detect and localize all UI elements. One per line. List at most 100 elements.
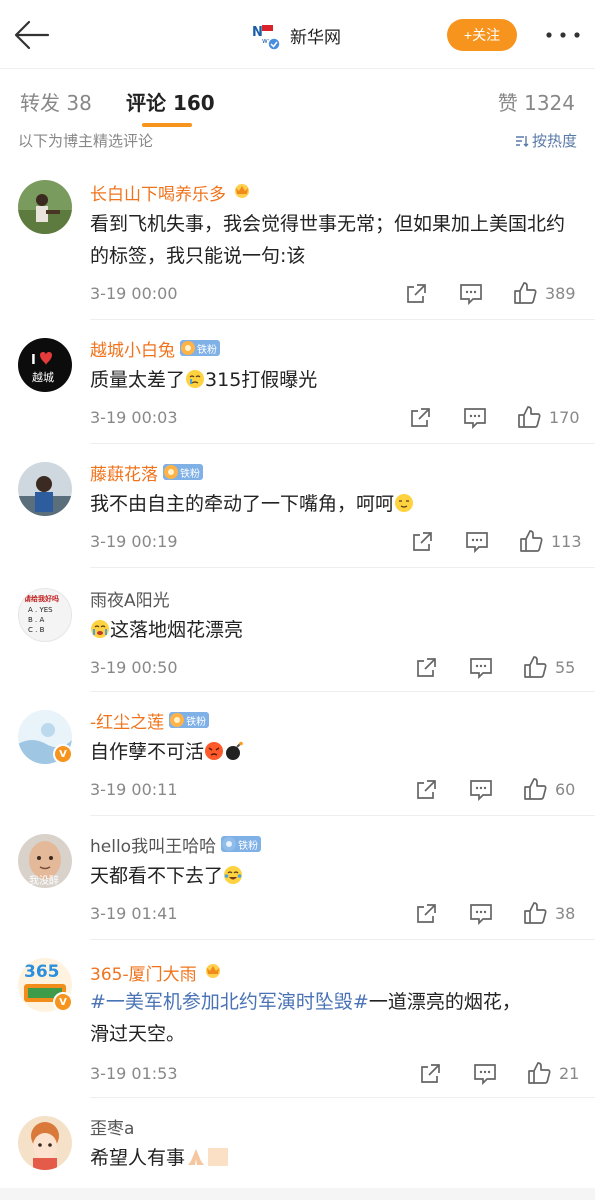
share-button[interactable] (415, 902, 437, 926)
fan-badge: 铁粉 (169, 712, 210, 728)
fan-badge-icon (222, 837, 237, 851)
comment-text: 我不由自主的牵动了一下嘴角，呵呵 (90, 488, 580, 523)
username[interactable]: -红尘之莲 (90, 708, 164, 733)
comment-icon (470, 658, 492, 679)
fan-badge: 铁粉 (221, 836, 262, 852)
thumbs-up-icon (514, 282, 537, 304)
comment-item: 歪枣a 希望人有事 (0, 1098, 595, 1188)
username[interactable]: hello我叫王哈哈 (90, 832, 216, 857)
like-count: 113 (551, 531, 582, 551)
avatar[interactable] (18, 462, 72, 516)
comment-item: 长白山下喝养乐多 看到飞机失事，我会觉得世事无常；但如果加上美国北约的标签，我只… (0, 166, 595, 320)
thumbs-up-icon (524, 656, 547, 678)
avatar[interactable] (18, 1116, 72, 1170)
crying-emoji-icon (185, 367, 205, 399)
thumbs-up-icon (528, 1062, 551, 1084)
comment-text: 天都看不下去了 (90, 860, 580, 895)
svg-text:I: I (31, 353, 36, 368)
comment-text: 希望人有事 (90, 1142, 580, 1177)
sort-icon (515, 135, 529, 147)
more-dots-icon[interactable] (543, 24, 583, 46)
comment-icon (466, 532, 488, 553)
username[interactable]: 歪枣a (90, 1114, 134, 1139)
like-button[interactable]: 38 (523, 901, 575, 925)
fan-badge: 铁粉 (180, 340, 220, 356)
comment-icon (470, 780, 492, 801)
laugh-cry-emoji-icon (223, 863, 243, 895)
reply-button[interactable] (463, 406, 487, 430)
sort-by-hot[interactable]: 按热度 (515, 130, 577, 151)
username[interactable]: 365-厦门大雨 (90, 960, 197, 985)
sort-label: 按热度 (531, 132, 577, 150)
comment-time: 3-19 00:00 (90, 284, 178, 303)
fan-badge-icon (170, 713, 185, 727)
like-button[interactable]: 21 (527, 1061, 579, 1085)
comment-icon (460, 284, 482, 305)
tab-likes[interactable]: 赞 1324 (498, 87, 575, 116)
crown-badge-icon (232, 181, 252, 203)
avatar-caption: 365 (24, 962, 60, 982)
filter-bar: 以下为博主精选评论 按热度 (0, 130, 595, 156)
avatar[interactable]: I 越城 (18, 338, 72, 392)
avatar-caption: 我没醉 (29, 876, 59, 887)
comment-icon (474, 1064, 496, 1085)
tab-comments[interactable]: 评论 160 (126, 87, 215, 116)
share-button[interactable] (419, 1062, 441, 1086)
share-button[interactable] (415, 656, 437, 680)
share-button[interactable] (415, 778, 437, 802)
bottom-edge (0, 1188, 595, 1200)
like-button[interactable]: 389 (513, 281, 576, 305)
like-button[interactable]: 170 (517, 405, 580, 429)
username[interactable]: 长白山下喝养乐多 (90, 180, 226, 205)
username[interactable]: 藤蕻花落 (90, 460, 158, 485)
share-icon (417, 780, 436, 799)
praying-hands-emoji-icon (185, 1145, 207, 1177)
username[interactable]: 越城小白兔 (90, 336, 175, 361)
comment-time: 3-19 00:19 (90, 532, 178, 551)
like-count: 60 (555, 779, 576, 799)
share-button[interactable] (409, 406, 431, 430)
account-brand[interactable]: N ws 新华网 (250, 20, 341, 51)
share-button[interactable] (405, 282, 427, 306)
like-button[interactable]: 113 (519, 529, 582, 553)
comment-item: V -红尘之莲 铁粉 自作孽不可活 3-19 00:11 60 (0, 692, 595, 816)
comment-item: I 越城 越城小白兔 铁粉 质量太差了 315打假曝光 3-19 00:03 17… (0, 320, 595, 444)
angry-emoji-icon (204, 739, 224, 771)
smirk-emoji-icon (394, 491, 414, 523)
like-button[interactable]: 60 (523, 777, 575, 801)
verified-v-icon: V (53, 992, 73, 1012)
reply-button[interactable] (473, 1062, 497, 1086)
avatar-caption: 越城 (32, 371, 54, 384)
comment-item: 请给我好吗 A . YES B . A C . B 雨夜A阳光 这落地烟花漂亮 … (0, 568, 595, 692)
crying-emoji-icon (90, 617, 110, 649)
reply-button[interactable] (459, 282, 483, 306)
bomb-emoji-icon (224, 739, 244, 771)
reply-button[interactable] (469, 778, 493, 802)
comment-text: 质量太差了 315打假曝光 (90, 364, 580, 399)
avatar[interactable] (18, 180, 72, 234)
comment-time: 3-19 01:53 (90, 1064, 178, 1083)
comment-time: 3-19 00:03 (90, 408, 178, 427)
like-count: 38 (555, 903, 576, 923)
follow-button[interactable]: +关注 (447, 19, 517, 51)
reply-button[interactable] (469, 656, 493, 680)
thumbs-up-icon (524, 902, 547, 924)
username[interactable]: 雨夜A阳光 (90, 586, 170, 611)
comment-item: 365 V 365-厦门大雨 #一美军机参加北约军演时坠毁#一道漂亮的烟花， 滑过… (0, 940, 595, 1098)
back-arrow-icon[interactable] (12, 18, 52, 52)
comment-icon (470, 904, 492, 925)
thumbs-up-icon (518, 406, 541, 428)
share-icon (417, 904, 436, 923)
avatar[interactable]: 我没醉 (18, 834, 72, 888)
topic-link[interactable]: #一美军机参加北约军演时坠毁# (90, 991, 369, 1013)
verified-v-icon: V (53, 744, 73, 764)
like-button[interactable]: 55 (523, 655, 575, 679)
reply-button[interactable] (469, 902, 493, 926)
avatar-caption: 请给我好吗 (24, 595, 59, 603)
thumbs-up-icon (524, 778, 547, 800)
reply-button[interactable] (465, 530, 489, 554)
tab-repost[interactable]: 转发 38 (20, 87, 92, 116)
thumbs-up-icon (520, 530, 543, 552)
share-button[interactable] (411, 530, 433, 554)
avatar[interactable]: 请给我好吗 A . YES B . A C . B (18, 588, 72, 642)
